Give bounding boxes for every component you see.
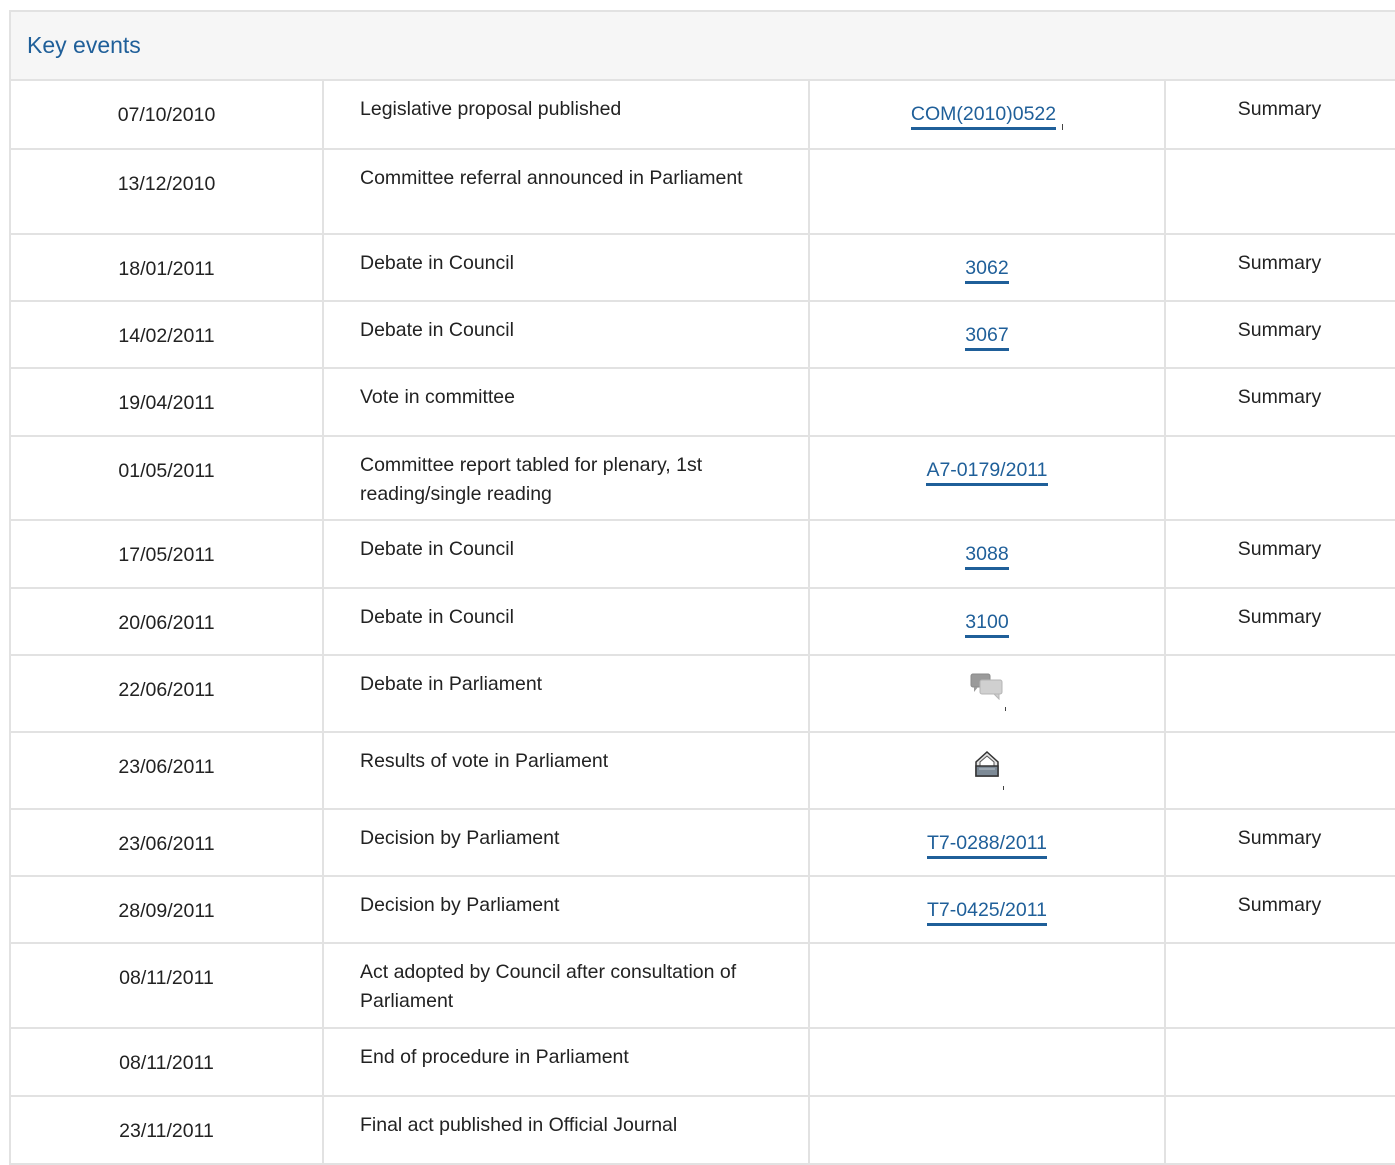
document-link[interactable]: 3062 [965, 256, 1009, 284]
table-row: 23/11/2011 Final act published in Offici… [11, 1096, 1395, 1165]
table-row: 08/11/2011 End of procedure in Parliamen… [11, 1028, 1395, 1097]
key-events-header: Key events [11, 12, 1395, 81]
event-description: Legislative proposal published [360, 98, 622, 120]
summary-label[interactable]: Summary [1158, 369, 1395, 412]
event-description: Debate in Council [360, 538, 514, 560]
table-row: 20/06/2011 Debate in Council 3100 Summar… [11, 588, 1395, 656]
event-date: 07/10/2010 [117, 104, 216, 126]
event-description: End of procedure in Parliament [360, 1046, 629, 1068]
ballot-box-icon[interactable] [972, 733, 1004, 790]
table-row: 07/10/2010 Legislative proposal publishe… [11, 81, 1395, 150]
document-link[interactable]: 3067 [965, 323, 1009, 351]
event-date: 23/06/2011 [118, 833, 215, 855]
table-row: 14/02/2011 Debate in Council 3067 Summar… [11, 301, 1395, 369]
document-link[interactable]: A7-0179/2011 [926, 458, 1048, 486]
document-link[interactable]: T7-0425/2011 [927, 898, 1047, 926]
event-description: Vote in committee [360, 386, 515, 408]
event-description: Final act published in Official Journal [360, 1114, 678, 1136]
summary-label[interactable]: Summary [1158, 589, 1395, 632]
debate-speech-bubbles-icon[interactable] [970, 656, 1006, 711]
event-date: 14/02/2011 [118, 325, 215, 347]
table-row: 19/04/2011 Vote in committee Summary [11, 368, 1395, 437]
event-date: 17/05/2011 [118, 544, 215, 566]
event-description: Committee report tabled for plenary, 1st… [360, 454, 703, 505]
event-description: Act adopted by Council after consultatio… [360, 961, 737, 1012]
document-link[interactable]: COM(2010)0522 [910, 102, 1057, 130]
summary-label[interactable]: Summary [1158, 521, 1395, 564]
event-date: 20/06/2011 [118, 612, 215, 634]
table-row: 18/01/2011 Debate in Council 3062 Summar… [11, 234, 1395, 302]
summary-label[interactable]: Summary [1158, 877, 1395, 920]
document-link[interactable]: 3100 [965, 610, 1009, 638]
event-date: 08/11/2011 [119, 967, 214, 989]
summary-label[interactable]: Summary [1158, 302, 1395, 345]
table-row: 22/06/2011 Debate in Parliament [11, 655, 1395, 733]
event-date: 28/09/2011 [118, 900, 215, 922]
table-row: 17/05/2011 Debate in Council 3088 Summar… [11, 520, 1395, 589]
event-date: 23/06/2011 [118, 756, 215, 778]
document-link[interactable]: T7-0288/2011 [927, 831, 1047, 859]
summary-label[interactable]: Summary [1158, 81, 1395, 124]
event-date: 13/12/2010 [117, 173, 216, 195]
link-marker [1062, 124, 1064, 130]
table-row: 28/09/2011 Decision by Parliament T7-042… [11, 876, 1395, 944]
event-description: Decision by Parliament [360, 827, 560, 849]
key-events-panel: Key events 07/10/2010 Legislative propos… [9, 10, 1395, 1165]
key-events-table: 07/10/2010 Legislative proposal publishe… [11, 81, 1395, 1165]
event-description: Debate in Council [360, 319, 514, 341]
event-description: Committee referral announced in Parliame… [360, 167, 743, 189]
event-description: Debate in Council [360, 606, 514, 628]
event-date: 08/11/2011 [119, 1052, 214, 1074]
table-row: 13/12/2010 Committee referral announced … [11, 149, 1395, 235]
section-title: Key events [27, 32, 141, 58]
table-row: 23/06/2011 Results of vote in Parliament [11, 732, 1395, 810]
event-date: 22/06/2011 [118, 679, 215, 701]
event-date: 18/01/2011 [118, 258, 215, 280]
table-row: 23/06/2011 Decision by Parliament T7-028… [11, 809, 1395, 877]
event-date: 19/04/2011 [118, 392, 215, 414]
table-row: 01/05/2011 Committee report tabled for p… [11, 436, 1395, 521]
event-description: Results of vote in Parliament [360, 750, 609, 772]
summary-label[interactable]: Summary [1158, 810, 1395, 853]
event-description: Decision by Parliament [360, 894, 560, 916]
event-date: 01/05/2011 [118, 460, 215, 482]
event-date: 23/11/2011 [119, 1120, 214, 1142]
table-row: 08/11/2011 Act adopted by Council after … [11, 943, 1395, 1029]
document-link[interactable]: 3088 [965, 542, 1009, 570]
summary-label[interactable]: Summary [1158, 235, 1395, 278]
event-description: Debate in Council [360, 252, 514, 274]
event-description: Debate in Parliament [360, 673, 543, 695]
